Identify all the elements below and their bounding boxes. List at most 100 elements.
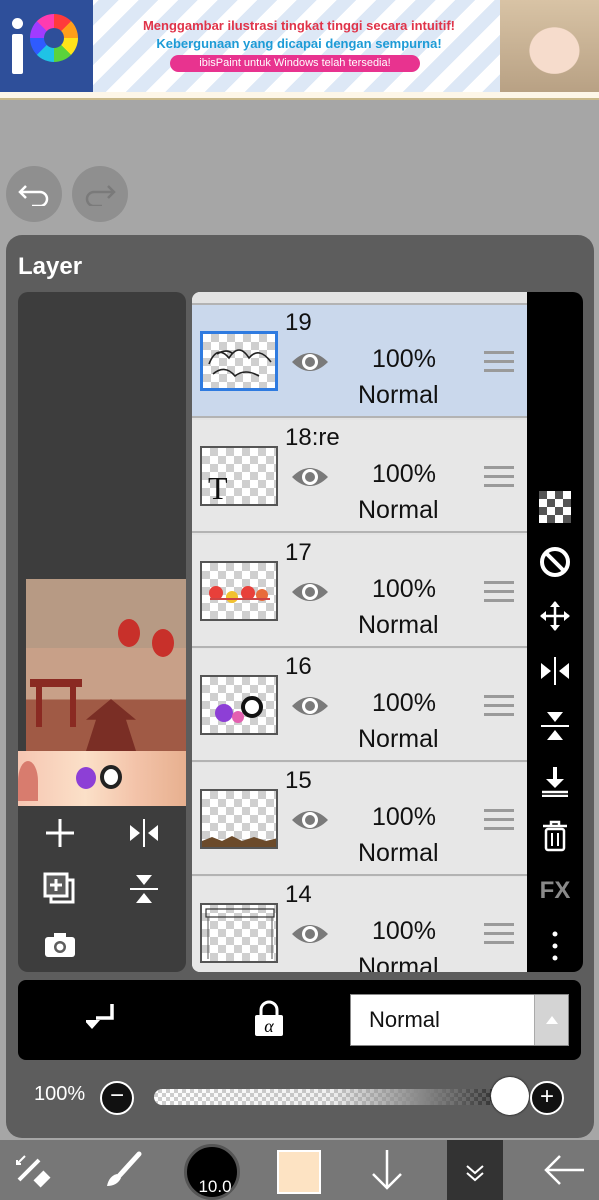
opacity-increase-button[interactable]: + — [530, 1081, 564, 1115]
clipping-button[interactable] — [84, 1002, 118, 1041]
checkerboard-icon — [539, 491, 571, 523]
layer-blend-mode: Normal — [358, 839, 439, 867]
layer-blend-mode: Normal — [358, 381, 439, 409]
layer-opacity: 100% — [372, 575, 436, 603]
layer-row[interactable]: 15 100% Normal — [192, 763, 527, 876]
visibility-eye-icon[interactable] — [290, 919, 330, 949]
flip-layer-vertical-button[interactable] — [124, 869, 164, 909]
opacity-decrease-button[interactable]: − — [100, 1081, 134, 1115]
ibispaint-logo — [0, 0, 93, 92]
opacity-value-label: 100% — [34, 1083, 86, 1105]
no-symbol-icon — [540, 547, 570, 577]
visibility-eye-icon[interactable] — [290, 347, 330, 377]
flip-layer-horizontal-button[interactable] — [124, 813, 164, 853]
plus-icon: + — [539, 1082, 554, 1110]
layer-opacity: 100% — [372, 345, 436, 373]
drag-handle-icon[interactable] — [484, 923, 514, 947]
layer-tools-toolbar: FX — [527, 292, 583, 972]
opacity-slider-knob[interactable] — [491, 1077, 529, 1115]
text-layer-glyph: T — [208, 470, 228, 506]
dropdown-arrow-icon — [534, 995, 568, 1045]
layer-opacity: 100% — [372, 689, 436, 717]
brush-size-button[interactable]: 10.0 — [184, 1144, 240, 1200]
ad-headline: Menggambar ilustrasi tingkat tinggi seca… — [142, 18, 456, 33]
visibility-eye-icon[interactable] — [290, 462, 330, 492]
alpha-lock-icon: α — [255, 1000, 283, 1036]
redo-icon — [85, 185, 116, 206]
layer-thumbnail — [200, 675, 278, 735]
drag-handle-icon[interactable] — [484, 466, 514, 490]
blend-mode-select[interactable]: Normal — [350, 994, 569, 1046]
layer-blend-mode: Normal — [358, 611, 439, 639]
layer-name: 15 — [285, 767, 312, 794]
brush-eraser-swap-icon — [16, 1155, 51, 1188]
drag-handle-icon[interactable] — [484, 581, 514, 605]
transparency-checker-button[interactable] — [537, 489, 573, 525]
scroll-down-button[interactable] — [362, 1140, 412, 1200]
layer-name: 16 — [285, 653, 312, 680]
more-options-button[interactable] — [537, 928, 573, 964]
move-arrows-icon — [540, 601, 570, 631]
fx-label: FX — [539, 877, 571, 904]
flip-vertical-button[interactable] — [537, 708, 573, 744]
layer-row[interactable]: 14 100% Normal — [192, 877, 527, 972]
visibility-eye-icon[interactable] — [290, 805, 330, 835]
flip-horizontal-icon — [130, 819, 158, 847]
collapse-toolbar-button[interactable] — [447, 1140, 503, 1200]
layer-panel: Layer 19 100% Normal T 18:re 100% Normal… — [6, 235, 594, 1138]
visibility-eye-icon[interactable] — [290, 577, 330, 607]
visibility-eye-icon[interactable] — [290, 691, 330, 721]
plus-icon — [46, 819, 74, 847]
arrow-left-icon — [544, 1155, 584, 1185]
minus-icon: − — [109, 1082, 124, 1109]
brush-size-value: 10.0 — [198, 1177, 232, 1196]
back-button[interactable] — [534, 1140, 594, 1200]
layer-name: 14 — [285, 881, 312, 908]
camera-import-button[interactable] — [40, 925, 80, 965]
layer-blend-mode: Normal — [358, 496, 439, 524]
layer-list[interactable]: 19 100% Normal T 18:re 100% Normal 17 10… — [192, 292, 527, 972]
drag-handle-icon[interactable] — [484, 695, 514, 719]
undo-button[interactable] — [6, 166, 62, 222]
layer-opacity-slider-row: 100% − + — [18, 1067, 581, 1129]
layer-name: 17 — [285, 539, 312, 566]
move-layer-button[interactable] — [537, 598, 573, 634]
clear-layer-button[interactable] — [537, 544, 573, 580]
redo-button[interactable] — [72, 166, 128, 222]
tool-selection-button[interactable] — [8, 1140, 58, 1200]
add-layer-button[interactable] — [40, 813, 80, 853]
camera-icon — [45, 933, 75, 957]
flip-vertical-icon — [541, 712, 569, 740]
vertical-ellipsis-icon — [552, 931, 558, 961]
brush-tool-button[interactable] — [98, 1140, 148, 1200]
ad-divider — [0, 92, 599, 100]
merge-down-icon — [542, 767, 568, 797]
layer-row[interactable]: T 18:re 100% Normal — [192, 420, 527, 533]
duplicate-icon — [43, 872, 75, 904]
layer-row[interactable]: 19 100% Normal — [192, 305, 527, 418]
filter-fx-button[interactable]: FX — [537, 873, 573, 909]
layer-thumbnail — [200, 561, 278, 621]
layer-opacity: 100% — [372, 460, 436, 488]
drag-handle-icon[interactable] — [484, 809, 514, 833]
alpha-lock-button[interactable]: α — [252, 1000, 286, 1043]
bottom-toolbar: 10.0 — [0, 1140, 599, 1200]
layer-opacity: 100% — [372, 803, 436, 831]
duplicate-layer-button[interactable] — [40, 869, 80, 909]
opacity-slider-track[interactable] — [154, 1089, 510, 1105]
layer-row[interactable]: 17 100% Normal — [192, 535, 527, 648]
flip-vertical-icon — [130, 875, 158, 903]
drag-handle-icon[interactable] — [484, 351, 514, 375]
canvas-preview-strip — [18, 751, 186, 806]
layer-name: 19 — [285, 309, 312, 336]
ad-banner[interactable]: Menggambar ilustrasi tingkat tinggi seca… — [0, 0, 599, 92]
ad-windows-available-badge: ibisPaint untuk Windows telah tersedia! — [170, 55, 420, 72]
trash-icon — [543, 820, 567, 852]
flip-horizontal-button[interactable] — [537, 653, 573, 689]
current-color-swatch[interactable] — [277, 1150, 321, 1194]
merge-down-button[interactable] — [537, 763, 573, 799]
delete-layer-button[interactable] — [537, 818, 573, 854]
layer-row[interactable]: 16 100% Normal — [192, 649, 527, 762]
double-chevron-down-icon — [466, 1165, 484, 1182]
clipping-arrow-icon — [84, 1004, 114, 1029]
